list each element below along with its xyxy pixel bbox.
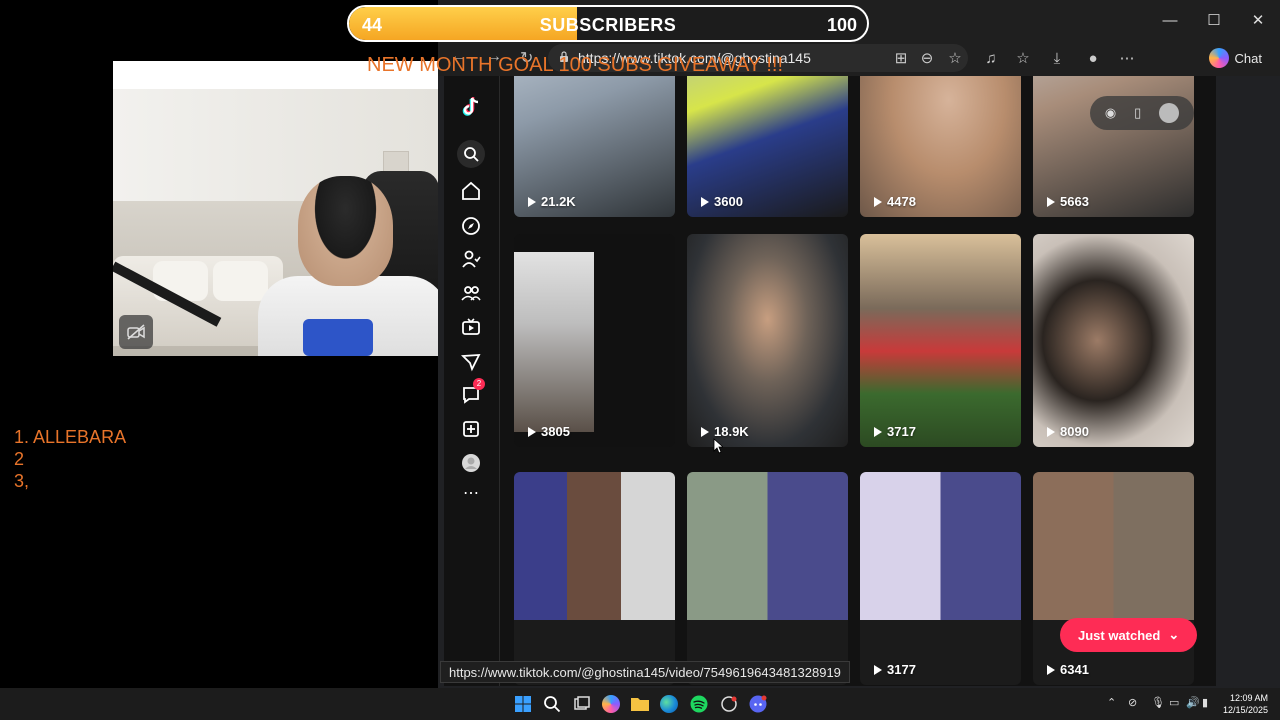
monitor-icon[interactable]: ▭ — [1169, 696, 1179, 709]
spotify-icon[interactable] — [688, 693, 710, 715]
video-tile[interactable]: 3600 — [687, 76, 848, 217]
show-hidden-icons[interactable]: ⌃ — [1107, 696, 1116, 709]
clock-time: 12:09 AM — [1229, 693, 1268, 703]
dial-icon[interactable]: ◉ — [1105, 105, 1116, 121]
goal-subtitle: NEW MONTH GOAL 100 SUBS GIVEAWAY !!! — [367, 54, 784, 76]
video-tile[interactable] — [514, 472, 675, 685]
task-view-icon[interactable] — [571, 693, 593, 715]
copilot-taskbar-icon[interactable] — [600, 693, 622, 715]
zoom-icon[interactable]: ⊖ — [916, 48, 938, 70]
battery-icon[interactable]: ▮ — [1202, 696, 1208, 709]
video-grid: 21.2K 3600 4478 5663 3805 18.9K 3717 809… — [514, 76, 1204, 686]
play-icon — [701, 196, 709, 207]
profile-avatar-icon[interactable]: ● — [1082, 48, 1104, 70]
video-tile[interactable]: 3177 — [860, 472, 1021, 685]
explore-icon[interactable] — [460, 215, 482, 237]
ranking-list: 1. ALLEBARA 2 3, — [14, 426, 126, 492]
maximize-button[interactable]: ☐ — [1192, 0, 1236, 40]
goal-current: 44 — [362, 15, 383, 35]
extension-icon[interactable]: ♫ — [980, 48, 1002, 70]
play-icon — [701, 426, 709, 437]
ranking-item: 3, — [14, 471, 30, 491]
favorite-star-icon[interactable]: ☆ — [944, 48, 966, 70]
video-thumbnail — [514, 472, 675, 620]
play-icon — [874, 426, 882, 437]
home-icon[interactable] — [460, 180, 482, 202]
app-icon[interactable] — [718, 693, 740, 715]
phone-icon[interactable]: ▯ — [1134, 105, 1141, 121]
subscriber-goal-bar: SUBSCRIBERS 44 100 — [347, 5, 869, 42]
volume-icon[interactable]: 🔊 — [1186, 696, 1200, 709]
just-watched-label: Just watched — [1078, 627, 1161, 643]
more-icon[interactable]: ⋯ — [460, 482, 482, 504]
just-watched-button[interactable]: Just watched ⌄ — [1060, 618, 1198, 652]
camera-off-icon[interactable] — [119, 315, 153, 349]
play-icon — [874, 196, 882, 207]
inbox-badge: 2 — [473, 378, 485, 390]
network-off-icon[interactable]: ⊘ — [1128, 696, 1137, 709]
play-icon — [1047, 426, 1055, 437]
video-tile[interactable]: 18.9K — [687, 234, 848, 447]
play-icon — [874, 664, 882, 675]
start-icon[interactable] — [512, 693, 534, 715]
messages-icon[interactable] — [460, 351, 482, 373]
following-icon[interactable] — [460, 248, 482, 270]
search-icon[interactable] — [457, 140, 485, 168]
video-tile[interactable]: 3805 — [514, 234, 675, 447]
video-tile[interactable]: 4478 — [860, 76, 1021, 217]
profile-icon[interactable] — [460, 452, 482, 474]
window-controls: — ☐ ✕ — [1148, 0, 1280, 40]
inbox-icon[interactable]: 2 — [460, 378, 485, 406]
avatar[interactable] — [1159, 103, 1180, 123]
player-controls: ◉ ▯ — [1090, 96, 1194, 130]
video-tile[interactable] — [687, 472, 848, 685]
file-explorer-icon[interactable] — [629, 693, 651, 715]
chat-label: Chat — [1234, 50, 1262, 66]
video-tile[interactable]: 6341 — [1033, 472, 1194, 685]
video-tile[interactable]: 21.2K — [514, 76, 675, 217]
edge-icon[interactable] — [658, 693, 680, 715]
ranking-item: 2 — [14, 449, 25, 469]
taskbar: ⌃ ⊘ 🎙 ▭ 🔊 ▮ 12:09 AM 12/15/2025 — [0, 688, 1280, 720]
video-thumbnail — [860, 472, 1021, 620]
system-clock[interactable]: 12:09 AM 12/15/2025 — [1223, 692, 1268, 716]
tiktok-page: 2 ⋯ 21.2K 3600 4478 5663 3805 18.9K 3717… — [444, 76, 1216, 686]
microphone-icon[interactable]: 🎙 — [1151, 696, 1165, 709]
cushion — [213, 261, 268, 301]
video-thumbnail — [1033, 472, 1194, 620]
tiktok-logo-icon[interactable] — [460, 96, 482, 118]
video-thumbnail — [687, 472, 848, 620]
clock-date: 12/15/2025 — [1222, 705, 1268, 715]
apps-icon[interactable]: ⊞ — [890, 48, 912, 70]
webcam-feed — [113, 61, 439, 356]
video-thumbnail — [514, 252, 594, 432]
mouse-cursor-icon — [713, 438, 723, 454]
link-status-bar: https://www.tiktok.com/@ghostina145/vide… — [440, 661, 850, 683]
play-icon — [528, 426, 536, 437]
play-icon — [1047, 196, 1055, 207]
streamer-head — [298, 176, 393, 286]
play-icon — [1047, 664, 1055, 675]
chevron-down-icon: ⌄ — [1168, 627, 1180, 642]
tiktok-sidebar: 2 ⋯ — [444, 76, 500, 686]
video-tile[interactable]: 3717 — [860, 234, 1021, 447]
shirt-logo — [303, 319, 373, 356]
upload-icon[interactable] — [460, 418, 482, 440]
search-taskbar-icon[interactable] — [541, 693, 563, 715]
downloads-icon[interactable]: ⤓ — [1046, 48, 1068, 70]
ranking-item: 1. ALLEBARA — [14, 427, 127, 447]
discord-icon[interactable] — [747, 693, 769, 715]
video-tile[interactable]: 8090 — [1033, 234, 1194, 447]
copilot-chat-button[interactable]: Chat — [1199, 44, 1272, 72]
goal-label: SUBSCRIBERS — [539, 15, 677, 35]
close-button[interactable]: ✕ — [1236, 0, 1280, 40]
friends-icon[interactable] — [460, 282, 482, 304]
minimize-button[interactable]: — — [1148, 0, 1192, 40]
live-icon[interactable] — [460, 316, 482, 338]
copilot-icon — [1208, 48, 1229, 68]
favorites-icon[interactable]: ☆ — [1012, 48, 1034, 70]
play-icon — [528, 196, 536, 207]
more-options-icon[interactable]: ⋯ — [1116, 48, 1138, 70]
goal-target: 100 — [826, 15, 857, 35]
